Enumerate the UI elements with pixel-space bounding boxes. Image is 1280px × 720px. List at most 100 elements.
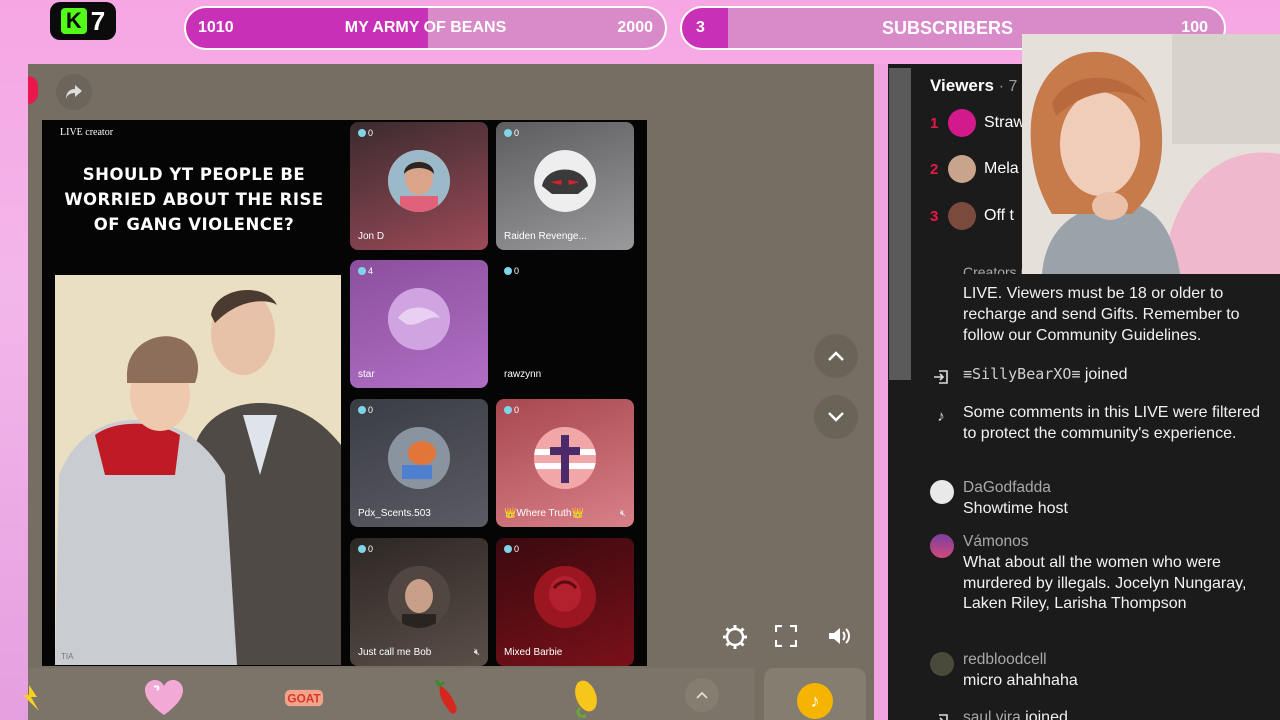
expand-gifts-button[interactable] <box>685 678 719 712</box>
top-viewer-row[interactable]: 2 Mela <box>930 154 1019 184</box>
gift-item[interactable]: GOAT <box>284 678 324 718</box>
notice-text: LIVE. Viewers must be 18 or older to rec… <box>963 285 1240 344</box>
chevron-up-icon <box>696 691 708 699</box>
avatar <box>948 202 976 230</box>
guest-tile[interactable]: 0 Raiden Revenge... <box>496 122 634 250</box>
gift-chili-icon <box>434 679 457 714</box>
guest-tile[interactable]: 0 👑Where Truth👑 🔇︎ <box>496 399 634 527</box>
viewers-label: Viewers <box>930 76 994 95</box>
guest-score: 4 <box>368 266 374 276</box>
guest-name: star <box>358 369 375 380</box>
guest-avatar <box>534 150 596 213</box>
top-viewer-row[interactable]: 3 Off t <box>930 201 1014 231</box>
join-text: joined <box>1084 366 1128 383</box>
top-viewer-row[interactable]: 1 Straw <box>930 108 1025 138</box>
gift-item[interactable] <box>428 678 468 718</box>
gift-item[interactable] <box>566 678 606 718</box>
rank-name: Straw <box>984 114 1025 131</box>
chat-username[interactable]: Vámonos <box>963 532 1266 553</box>
webcam-image <box>1022 34 1280 274</box>
avatar <box>948 155 976 183</box>
viewers-header[interactable]: Viewers · 7 <box>930 76 1017 96</box>
avatar[interactable] <box>930 652 954 676</box>
guest-avatar <box>388 566 450 629</box>
join-message: saul.vira joined <box>930 708 1266 720</box>
gem-icon <box>504 545 512 553</box>
host-photo-image <box>55 275 341 665</box>
gift-item[interactable] <box>144 678 184 718</box>
guest-tile[interactable]: 0 Mixed Barbie <box>496 538 634 666</box>
gift-star-icon <box>23 685 39 711</box>
guest-tile[interactable]: 0 rawzynn <box>496 260 634 388</box>
coin-button[interactable]: ♪ <box>797 683 833 719</box>
guest-name: Jon D <box>358 231 385 242</box>
svg-text:GOAT: GOAT <box>287 692 321 706</box>
kick-count: 7 <box>90 5 106 36</box>
gift-bar: GOAT <box>23 668 755 720</box>
chat-message: Vámonos What about all the women who wer… <box>930 532 1266 615</box>
live-stream-stage: LIVE creator SHOULD YT PEOPLE BE WORRIED… <box>23 64 874 720</box>
scroll-down-button[interactable] <box>814 395 858 439</box>
chat-text: Showtime host <box>963 499 1068 517</box>
guest-name: Raiden Revenge... <box>504 231 587 242</box>
gem-icon <box>358 545 366 553</box>
chat-text: What about all the women who were murder… <box>963 553 1247 613</box>
chat-message: redbloodcell micro ahahhaha <box>930 650 1266 692</box>
guest-score: 0 <box>368 128 374 138</box>
avatar <box>948 109 976 137</box>
guest-tile[interactable]: 4 star <box>350 260 488 388</box>
rank-name: Mela <box>984 160 1019 177</box>
kick-logo-icon: K <box>60 8 87 34</box>
volume-button[interactable] <box>827 625 851 653</box>
gem-icon <box>358 129 366 137</box>
guest-name: Just call me Bob <box>358 647 432 658</box>
goal-target: 2000 <box>617 19 653 36</box>
chat-message: DaGodfadda Showtime host <box>930 478 1266 520</box>
subs-current: 3 <box>696 19 705 36</box>
guest-score: 0 <box>514 266 520 276</box>
avatar[interactable] <box>930 534 954 558</box>
login-icon <box>930 366 952 388</box>
system-notice: LIVE. Viewers must be 18 or older to rec… <box>930 284 1266 346</box>
filter-notice-text: Some comments in this LIVE were filtered… <box>963 404 1261 442</box>
mic-muted-icon: 🔇︎ <box>473 647 480 658</box>
tiktok-icon: ♪ <box>937 407 945 425</box>
host-photo: TIA <box>55 275 341 665</box>
guest-tile[interactable]: 0 Jon D <box>350 122 488 250</box>
viewers-count: · 7 <box>998 78 1018 95</box>
chat-username[interactable]: redbloodcell <box>963 650 1266 671</box>
guest-avatar <box>388 288 450 351</box>
join-username[interactable]: saul.vira <box>963 709 1021 720</box>
gear-icon <box>723 625 747 649</box>
scrollbar-thumb[interactable] <box>889 68 911 380</box>
chevron-up-icon <box>828 351 844 361</box>
settings-button[interactable] <box>722 624 748 656</box>
stream-headline: SHOULD YT PEOPLE BE WORRIED ABOUT THE RI… <box>64 165 324 234</box>
divider <box>874 64 888 720</box>
fullscreen-button[interactable] <box>774 624 798 653</box>
live-creator-tag: LIVE creator <box>60 127 114 138</box>
chat-username[interactable]: DaGodfadda <box>963 478 1266 499</box>
guest-avatar <box>388 427 450 490</box>
guest-tile[interactable]: 0 Pdx_Scents.503 <box>350 399 488 527</box>
rank-number: 1 <box>930 114 939 132</box>
guest-score: 0 <box>514 544 520 554</box>
share-button[interactable] <box>56 74 92 110</box>
chat-text: micro ahahhaha <box>963 671 1078 689</box>
guest-score: 0 <box>368 544 374 554</box>
gift-corn-icon <box>575 680 597 718</box>
guest-score: 0 <box>368 405 374 415</box>
stage-scrollbar[interactable] <box>888 64 912 720</box>
guest-avatar <box>388 150 450 213</box>
gem-icon <box>358 406 366 414</box>
subs-label: SUBSCRIBERS <box>882 17 1014 38</box>
guest-tile[interactable]: 0 Just call me Bob 🔇︎ <box>350 538 488 666</box>
mic-muted-icon: 🔇︎ <box>619 508 626 519</box>
chevron-down-icon <box>828 412 844 422</box>
login-icon <box>930 710 952 720</box>
avatar[interactable] <box>930 480 954 504</box>
scroll-up-button[interactable] <box>814 334 858 378</box>
gift-item[interactable] <box>14 678 54 718</box>
rank-number: 2 <box>930 160 939 178</box>
join-username[interactable]: ≡SillyBearXO≡ <box>963 365 1080 383</box>
